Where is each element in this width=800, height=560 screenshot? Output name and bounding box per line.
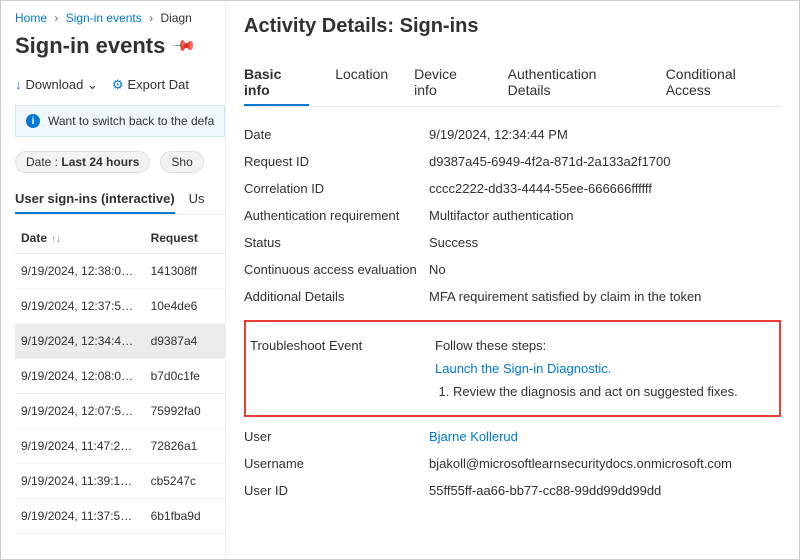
cell-date: 9/19/2024, 12:37:57 ...: [15, 289, 145, 324]
filter-show[interactable]: Sho: [160, 151, 203, 173]
field-auth-requirement: Authentication requirementMultifactor au…: [244, 202, 781, 229]
cell-request: 141308ff: [145, 254, 225, 289]
cell-request: cb5247c: [145, 464, 225, 499]
panel-tabs: Basic info Location Device info Authenti…: [244, 60, 781, 107]
cell-request: 75992fa0: [145, 394, 225, 429]
troubleshoot-label: Troubleshoot Event: [250, 338, 435, 399]
field-cae: Continuous access evaluationNo: [244, 256, 781, 283]
field-status: StatusSuccess: [244, 229, 781, 256]
table-row[interactable]: 9/19/2024, 12:08:05 ...b7d0c1fe: [15, 359, 225, 394]
chevron-right-icon: ›: [54, 11, 58, 25]
left-tabs: User sign-ins (interactive) Us: [15, 185, 225, 215]
tab-conditional-access[interactable]: Conditional Access: [666, 60, 781, 106]
info-text: Want to switch back to the defa: [48, 114, 214, 128]
field-user-id: User ID55ff55ff-aa66-bb77-cc88-99dd99dd9…: [244, 477, 781, 504]
cell-request: b7d0c1fe: [145, 359, 225, 394]
launch-diagnostic-link[interactable]: Launch the Sign-in Diagnostic.: [435, 361, 611, 376]
left-pane: Home › Sign-in events › Diagn Sign-in ev…: [1, 1, 226, 559]
cell-date: 9/19/2024, 12:34:44 ...: [15, 324, 145, 359]
info-icon: i: [26, 114, 40, 128]
cell-request: 72826a1: [145, 429, 225, 464]
download-button[interactable]: ↓Download ⌄: [15, 77, 98, 93]
cell-date: 9/19/2024, 12:38:04 ...: [15, 254, 145, 289]
cell-date: 9/19/2024, 12:07:56 ...: [15, 394, 145, 429]
troubleshoot-section: Troubleshoot Event Follow these steps: L…: [244, 320, 781, 417]
field-request-id: Request IDd9387a45-6949-4f2a-871d-2a133a…: [244, 148, 781, 175]
cell-request: d9387a4: [145, 324, 225, 359]
sort-icon: ↑↓: [51, 234, 61, 245]
table-row[interactable]: 9/19/2024, 11:47:23 ...72826a1: [15, 429, 225, 464]
cell-date: 9/19/2024, 11:47:23 ...: [15, 429, 145, 464]
export-button[interactable]: ⚙Export Dat: [112, 77, 189, 93]
gear-icon: ⚙: [112, 77, 124, 92]
tab-basic-info[interactable]: Basic info: [244, 60, 309, 106]
details-panel: Activity Details: Sign-ins Basic info Lo…: [226, 1, 799, 559]
panel-title: Activity Details: Sign-ins: [244, 15, 781, 38]
pin-icon[interactable]: 📌: [172, 33, 198, 59]
page-title: Sign-in events: [15, 33, 165, 59]
cell-date: 9/19/2024, 11:39:13 ...: [15, 464, 145, 499]
info-banner[interactable]: i Want to switch back to the defa: [15, 105, 225, 137]
chevron-down-icon: ⌄: [87, 77, 98, 92]
col-date[interactable]: Date↑↓: [15, 223, 145, 254]
breadcrumb: Home › Sign-in events › Diagn: [15, 11, 225, 25]
field-date: Date9/19/2024, 12:34:44 PM: [244, 121, 781, 148]
table-row[interactable]: 9/19/2024, 12:07:56 ...75992fa0: [15, 394, 225, 429]
table-row[interactable]: 9/19/2024, 12:37:57 ...10e4de6: [15, 289, 225, 324]
tab-auth-details[interactable]: Authentication Details: [508, 60, 640, 106]
cell-date: 9/19/2024, 11:37:54 ...: [15, 499, 145, 534]
cell-request: 10e4de6: [145, 289, 225, 324]
field-correlation-id: Correlation IDcccc2222-dd33-4444-55ee-66…: [244, 175, 781, 202]
field-username: Usernamebjakoll@microsoftlearnsecuritydo…: [244, 450, 781, 477]
download-icon: ↓: [15, 77, 22, 92]
troubleshoot-step: Review the diagnosis and act on suggeste…: [453, 384, 775, 399]
troubleshoot-intro: Follow these steps:: [435, 338, 775, 353]
tab-device-info[interactable]: Device info: [414, 60, 482, 106]
cell-date: 9/19/2024, 12:08:05 ...: [15, 359, 145, 394]
cell-request: 6b1fba9d: [145, 499, 225, 534]
table-row[interactable]: 9/19/2024, 12:34:44 ...d9387a4: [15, 324, 225, 359]
field-additional-details: Additional DetailsMFA requirement satisf…: [244, 283, 781, 310]
signin-table: Date↑↓ Request 9/19/2024, 12:38:04 ...14…: [15, 223, 225, 534]
breadcrumb-home[interactable]: Home: [15, 11, 47, 25]
filter-date[interactable]: Date : Last 24 hours: [15, 151, 150, 173]
table-row[interactable]: 9/19/2024, 12:38:04 ...141308ff: [15, 254, 225, 289]
toolbar: ↓Download ⌄ ⚙Export Dat: [15, 77, 225, 93]
breadcrumb-current: Diagn: [160, 11, 191, 25]
table-row[interactable]: 9/19/2024, 11:39:13 ...cb5247c: [15, 464, 225, 499]
chevron-right-icon: ›: [149, 11, 153, 25]
user-link[interactable]: Bjarne Kollerud: [429, 429, 518, 444]
breadcrumb-signin[interactable]: Sign-in events: [66, 11, 142, 25]
col-request[interactable]: Request: [145, 223, 225, 254]
tab-interactive[interactable]: User sign-ins (interactive): [15, 185, 175, 214]
tab-other[interactable]: Us: [189, 185, 205, 214]
field-user: UserBjarne Kollerud: [244, 423, 781, 450]
filter-row: Date : Last 24 hours Sho: [15, 151, 225, 173]
table-row[interactable]: 9/19/2024, 11:37:54 ...6b1fba9d: [15, 499, 225, 534]
tab-location[interactable]: Location: [335, 60, 388, 106]
